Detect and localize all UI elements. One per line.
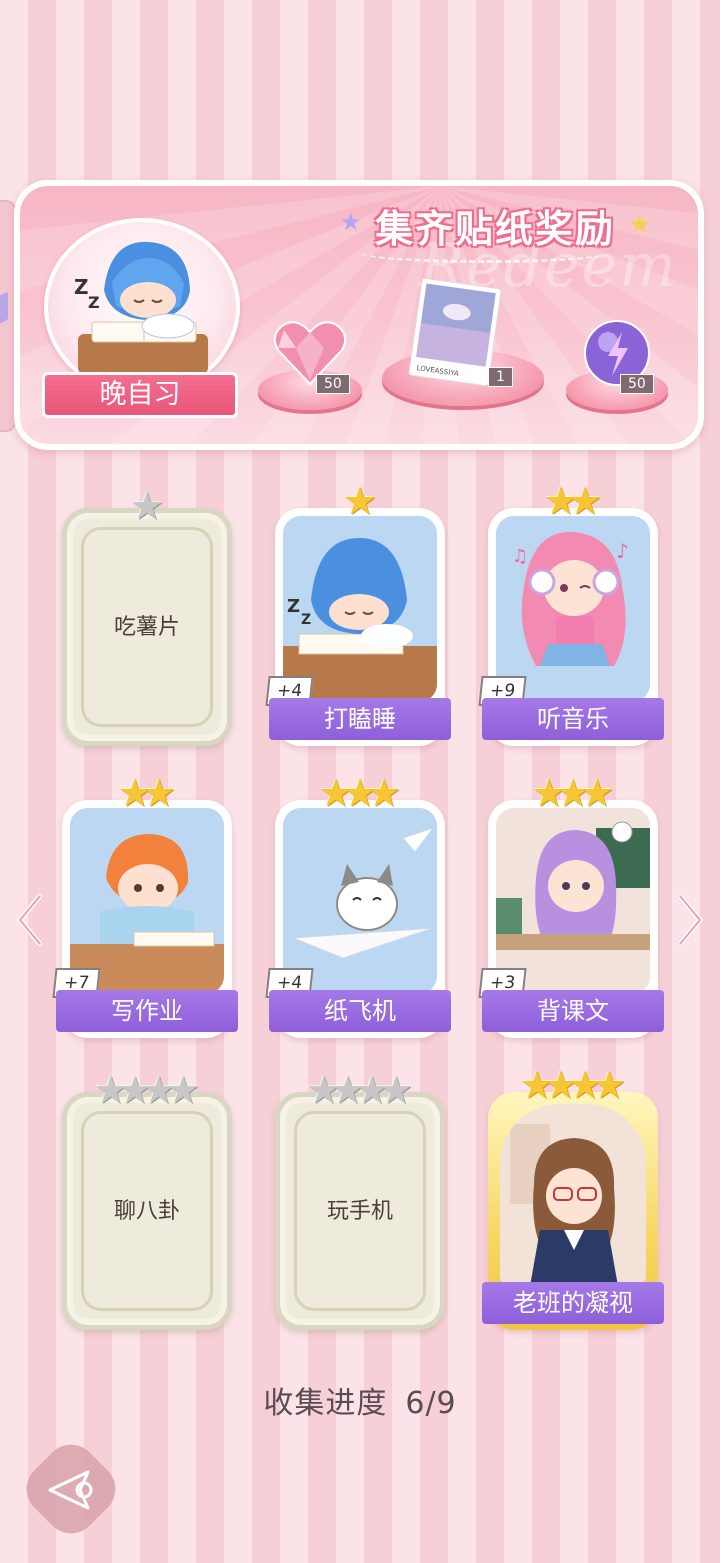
sticker-card[interactable]: ★★ +7 写作业 <box>52 774 238 1038</box>
star-gold-icon: ★ <box>568 479 603 523</box>
teacher-gaze-icon <box>500 1104 646 1286</box>
sticker-art: Z Z <box>283 516 437 702</box>
reward-count: 50 <box>620 374 654 394</box>
sticker-name: 聊八卦 <box>113 1199 180 1224</box>
star-rating: ★★★★ <box>280 1071 440 1109</box>
star-gold-icon: ★ <box>367 771 402 815</box>
svg-text:♪: ♪ <box>616 539 629 563</box>
star-rating: ★★★ <box>275 774 445 812</box>
svg-text:Z: Z <box>301 612 311 628</box>
current-sticker-label: 晚自习 <box>42 372 238 418</box>
svg-text:Z: Z <box>287 596 300 617</box>
sticker-name: 玩手机 <box>326 1199 393 1224</box>
sticker-name: 纸飞机 <box>269 990 451 1032</box>
sticker-card-special[interactable]: ★★★★ 老班的凝视 <box>482 1066 664 1330</box>
svg-text:♫: ♫ <box>512 546 528 567</box>
star-gold-icon: ★ <box>580 771 615 815</box>
back-arrow-icon <box>48 1470 93 1510</box>
sticker-art <box>283 808 437 994</box>
reciting-girl-icon <box>496 808 650 994</box>
sticker-card[interactable]: ★ Z Z +4 打瞌睡 <box>265 482 451 746</box>
progress-label: 收集进度 <box>263 1386 388 1421</box>
sticker-art <box>500 1104 646 1286</box>
title-underline <box>360 242 610 263</box>
sticker-card-locked[interactable]: ★★★★ 聊八卦 <box>62 1071 232 1330</box>
reward-count: 1 <box>488 367 513 387</box>
homework-boy-icon <box>70 808 224 994</box>
svg-text:Z: Z <box>74 275 89 299</box>
star-rating: ★ <box>275 482 445 520</box>
star-rating: ★★ <box>62 774 232 812</box>
collection-progress: 收集进度 6/9 <box>0 1378 720 1422</box>
star-gray-icon: ★ <box>129 484 165 528</box>
star-gold-icon: ★ <box>342 479 378 523</box>
star-rating: ★★★ <box>488 774 658 812</box>
arrow-left-icon[interactable] <box>14 892 44 948</box>
star-rating: ★ <box>67 487 227 525</box>
sticker-card-locked[interactable]: ★★★★ 玩手机 <box>275 1071 445 1330</box>
progress-value: 6/9 <box>405 1386 457 1421</box>
star-decoration-icon: ★ <box>628 210 652 240</box>
sticker-art: ♪ ♫ <box>496 516 650 702</box>
sticker-card-locked[interactable]: ★ 吃薯片 <box>62 487 232 746</box>
star-gold-icon: ★ <box>592 1063 627 1107</box>
ribbon-icon <box>0 291 8 325</box>
star-rating: ★★★★ <box>488 1066 658 1104</box>
star-rating: ★★★★ <box>67 1071 227 1109</box>
reward-count: 50 <box>316 374 350 394</box>
music-girl-icon: ♪ ♫ <box>496 516 650 702</box>
sticker-name: 老班的凝视 <box>482 1282 664 1324</box>
sticker-card[interactable]: ★★★ +3 背课文 <box>478 774 664 1038</box>
sleeping-boy-icon: Z Z <box>283 516 437 702</box>
star-rating: ★★ <box>488 482 658 520</box>
star-gray-icon: ★ <box>166 1068 201 1112</box>
svg-text:Z: Z <box>88 293 100 312</box>
sticker-art <box>496 808 650 994</box>
sticker-name: 听音乐 <box>482 698 664 740</box>
sticker-card[interactable]: ★★★ +4 纸飞机 <box>265 774 451 1038</box>
sticker-name: 背课文 <box>482 990 664 1032</box>
sticker-name: 吃薯片 <box>113 615 180 640</box>
sticker-name: 写作业 <box>56 990 238 1032</box>
star-gold-icon: ★ <box>142 771 177 815</box>
arrow-right-icon[interactable] <box>676 892 706 948</box>
sticker-art <box>70 808 224 994</box>
sleeping-boy-icon: Z Z <box>74 241 208 374</box>
sticker-name: 打瞌睡 <box>269 698 451 740</box>
star-gray-icon: ★ <box>379 1068 414 1112</box>
paper-plane-cat-icon <box>283 808 437 994</box>
star-decoration-icon: ★ <box>340 208 362 236</box>
current-sticker-avatar: Z Z <box>44 218 240 396</box>
sticker-card[interactable]: ★★ ♪ ♫ +9 听音乐 <box>478 482 664 746</box>
